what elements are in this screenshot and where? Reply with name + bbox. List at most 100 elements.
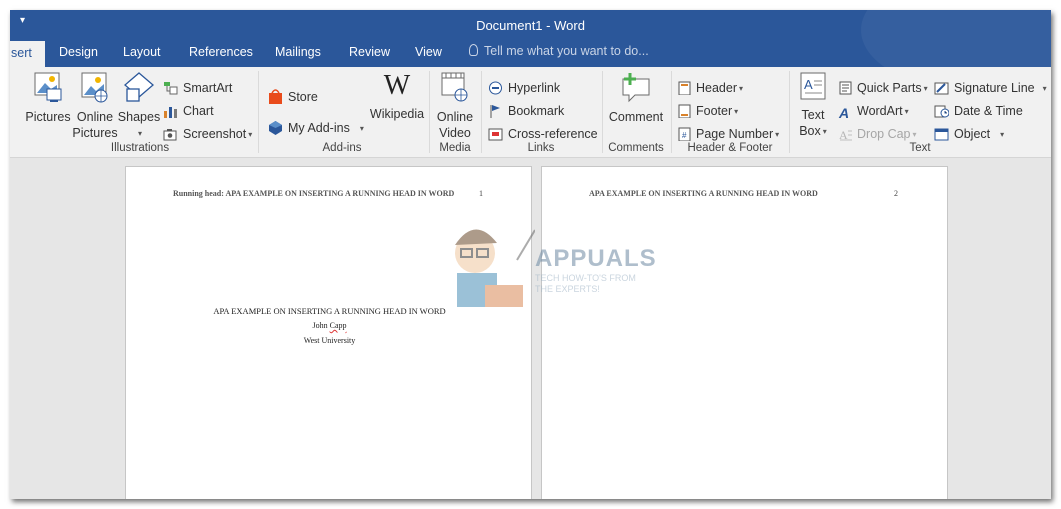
my-addins-dropdown-icon: ▾ [359,124,364,133]
signature-line-dropdown-icon: ▾ [1042,84,1047,93]
object-button[interactable]: Object ▾ [934,125,1004,143]
comment-icon [622,73,650,103]
page-number: 1 [479,189,483,198]
text-box-label-1: Text [801,108,825,122]
drop-cap-icon: A [839,128,852,141]
running-head: Running head: APA EXAMPLE ON INSERTING A… [173,189,455,198]
drop-cap-dropdown-icon: ▾ [912,130,917,139]
signature-line-button[interactable]: Signature Line ▾ [934,79,1047,97]
shapes-dropdown-icon: ▾ [137,129,142,138]
group-label-header-footer: Header & Footer [687,142,773,154]
wikipedia-icon: W [383,70,411,101]
watermark-tagline: TECH HOW-TO'S FROM THE EXPERTS! [535,273,636,295]
group-label-add-ins: Add-ins [322,142,362,154]
bookmark-label: Bookmark [508,104,565,118]
bookmark-icon [490,105,500,118]
smartart-button[interactable]: SmartArt [163,79,232,97]
text-box-button[interactable]: A Text Box ▾ [793,71,833,140]
shapes-label: Shapes [117,110,161,124]
screenshot-dropdown-icon: ▾ [248,130,253,139]
institution: West University [303,336,356,345]
cross-reference-label: Cross-reference [508,127,598,141]
wordart-dropdown-icon: ▾ [904,107,909,116]
chart-button[interactable]: Chart [163,102,214,120]
tell-me-search[interactable]: Tell me what you want to do... [469,44,649,58]
comment-label: Comment [608,110,664,124]
page-number-dropdown-icon: ▾ [775,130,780,139]
quick-parts-button[interactable]: Quick Parts ▾ [839,79,928,97]
date-time-label: Date & Time [954,104,1023,118]
drop-cap-label: Drop Cap [857,127,911,141]
signature-line-label: Signature Line [954,81,1035,95]
tab-view[interactable]: View [415,45,442,59]
signature-line-icon [934,82,949,95]
page-number-label: Page Number [696,127,774,141]
store-button[interactable]: Store [268,88,318,106]
tab-insert[interactable]: sert [10,41,45,67]
online-pictures-icon [81,72,108,103]
group-label-comments: Comments [608,142,664,154]
watermark-tagline-1: TECH HOW-TO'S FROM [535,273,636,283]
pictures-label: Pictures [25,110,71,124]
wordart-button[interactable]: A WordArt ▾ [839,102,909,121]
my-addins-button[interactable]: My Add-ins ▾ [268,119,364,137]
word-window: ▾ Document1 - Word sert Design Layout Re… [10,10,1051,499]
svg-text:#: # [682,131,687,140]
screenshot-label: Screenshot [183,127,247,141]
online-video-button[interactable]: Online Video [432,71,478,141]
online-pictures-label-1: Online [76,110,114,124]
tab-mailings[interactable]: Mailings [275,45,321,59]
smartart-label: SmartArt [183,81,233,95]
online-pictures-button[interactable]: Online Pictures [72,71,118,141]
chart-icon [164,107,177,118]
group-label-media: Media [439,142,471,154]
cross-reference-icon [488,128,503,141]
object-label: Object [954,127,991,141]
drop-cap-button[interactable]: A Drop Cap ▾ [839,125,917,143]
tab-layout[interactable]: Layout [123,45,161,59]
text-box-label-2: Box [799,124,821,138]
tab-review[interactable]: Review [349,45,390,59]
footer-label: Footer [696,104,733,118]
appuals-watermark: APPUALS TECH HOW-TO'S FROM THE EXPERTS! [435,215,656,315]
svg-text:A: A [804,77,813,92]
header-button[interactable]: Header ▾ [678,79,743,97]
text-box-icon: A [800,72,826,100]
date-time-button[interactable]: Date & Time [934,102,1023,120]
pictures-button[interactable]: Pictures [22,71,74,125]
my-addins-label: My Add-ins [288,121,350,135]
footer-dropdown-icon: ▾ [734,107,739,116]
date-time-icon [934,105,949,118]
tab-design[interactable]: Design [59,45,98,59]
hyperlink-button[interactable]: Hyperlink [488,79,560,97]
page-number-icon: # [678,127,691,141]
header-icon [678,81,691,95]
title-bar: ▾ Document1 - Word sert Design Layout Re… [10,10,1051,67]
online-video-icon [441,72,468,102]
my-addins-icon [269,121,282,135]
bookmark-button[interactable]: Bookmark [488,102,564,120]
wordart-icon: A [839,105,850,121]
shapes-button[interactable]: Shapes ▾ [117,71,161,142]
online-pictures-label-2: Pictures [72,126,118,140]
group-label-links: Links [527,142,555,154]
author-first-name: John [312,321,328,330]
wordart-label: WordArt [857,104,903,118]
footer-button[interactable]: Footer ▾ [678,102,738,120]
tab-references[interactable]: References [189,45,253,59]
page-number-button[interactable]: # Page Number ▾ [678,125,779,143]
wikipedia-button[interactable]: W Wikipedia [367,69,427,122]
online-video-label-1: Online [436,110,474,124]
shapes-icon [124,72,154,102]
running-head: APA EXAMPLE ON INSERTING A RUNNING HEAD … [589,189,818,198]
watermark-tagline-2: THE EXPERTS! [535,284,600,294]
comment-button[interactable]: Comment [606,71,666,125]
header-label: Header [696,81,737,95]
window-title: Document1 - Word [476,18,585,33]
screenshot-button[interactable]: Screenshot ▾ [163,125,252,143]
appuals-mascot-icon [455,229,536,307]
cross-reference-button[interactable]: Cross-reference [488,125,598,143]
watermark-name: APPUALS [535,245,657,272]
hyperlink-label: Hyperlink [508,81,561,95]
page-number: 2 [894,189,898,198]
